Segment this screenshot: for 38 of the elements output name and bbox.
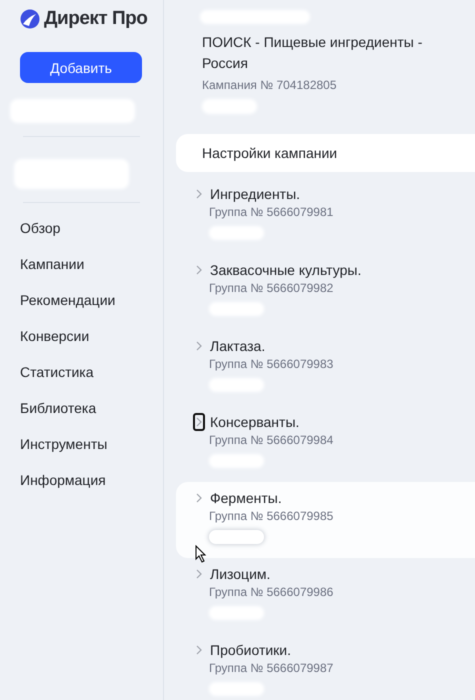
nav-item[interactable]: Библиотека <box>20 398 163 434</box>
chevron-icon[interactable] <box>193 413 205 431</box>
group-number: Группа № 5666079983 <box>209 356 334 372</box>
nav-item[interactable]: Информация <box>20 470 163 506</box>
group-number: Группа № 5666079987 <box>209 660 334 676</box>
nav-item[interactable]: Статистика <box>20 362 163 398</box>
group-row[interactable]: Лизоцим. Группа № 5666079986 <box>176 558 475 634</box>
group-name[interactable]: Консерванты. <box>210 412 300 432</box>
settings-item[interactable]: Настройки кампании <box>176 134 475 172</box>
group-number: Группа № 5666079985 <box>209 508 334 524</box>
group-row[interactable]: Пробиотики. Группа № 5666079987 <box>176 634 475 700</box>
logo-text: Директ Про <box>44 8 148 30</box>
campaign-number: Кампания № 704182805 <box>202 78 338 92</box>
group-row[interactable]: Ингредиенты. Группа № 5666079981 <box>176 178 475 254</box>
group-name[interactable]: Ферменты. <box>210 488 282 508</box>
nav-item[interactable]: Рекомендации <box>20 290 163 326</box>
logo-icon <box>20 9 40 29</box>
group-row[interactable]: Лактаза. Группа № 5666079983 <box>176 330 475 406</box>
group-row[interactable]: Ферменты. Группа № 5666079985 <box>176 482 475 558</box>
nav-item[interactable]: Инструменты <box>20 434 163 470</box>
cursor-icon <box>195 545 207 563</box>
group-name[interactable]: Пробиотики. <box>210 640 292 660</box>
group-number: Группа № 5666079981 <box>209 204 334 220</box>
group-name[interactable]: Заквасочные культуры. <box>210 260 362 280</box>
group-name[interactable]: Ингредиенты. <box>210 184 300 204</box>
group-number: Группа № 5666079984 <box>209 432 334 448</box>
add-button[interactable]: Добавить <box>20 52 142 83</box>
group-number: Группа № 5666079982 <box>209 280 334 296</box>
group-name[interactable]: Лактаза. <box>210 336 266 356</box>
group-number: Группа № 5666079986 <box>209 584 334 600</box>
nav-item[interactable]: Кампании <box>20 254 163 290</box>
group-name[interactable]: Лизоцим. <box>210 564 270 584</box>
nav-item[interactable]: Конверсии <box>20 326 163 362</box>
group-row[interactable]: Консерванты. Группа № 5666079984 <box>176 406 475 482</box>
group-row[interactable]: Заквасочные культуры. Группа № 5666079982 <box>176 254 475 330</box>
blurred-patch <box>209 530 264 544</box>
campaign-title: ПОИСК - Пищевые ингредиенты - Россия <box>202 33 424 73</box>
nav-item[interactable]: Обзор <box>20 218 163 254</box>
